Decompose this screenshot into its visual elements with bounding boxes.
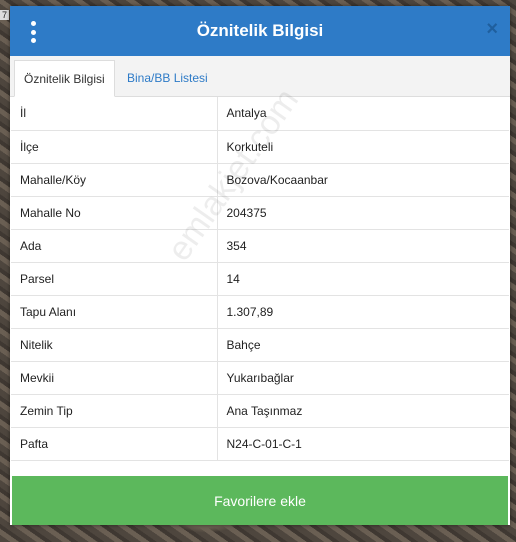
attribute-value: 354 xyxy=(217,229,509,263)
table-row: Mahalle No 204375 xyxy=(11,196,509,230)
attribute-label: İl xyxy=(11,97,218,131)
dialog-header: Öznitelik Bilgisi × xyxy=(10,6,510,56)
attribute-table: İl Antalya İlçe Korkuteli Mahalle/Köy Bozova/… xyxy=(11,97,509,461)
attribute-value: 1.307,89 xyxy=(217,295,509,329)
table-row: Ada 354 xyxy=(11,229,509,263)
dialog-title: Öznitelik Bilgisi xyxy=(196,21,324,40)
attribute-label: Mevkii xyxy=(11,361,218,395)
menu-dot xyxy=(30,38,36,43)
attribute-value: Bozova/Kocaanbar xyxy=(217,163,509,197)
table-row: Tapu Alanı 1.307,89 xyxy=(11,295,509,329)
tab-bar: Öznitelik Bilgisi Bina/BB Listesi xyxy=(10,56,510,97)
close-icon[interactable]: × xyxy=(486,19,498,39)
table-row: Mevkii Yukarıbağlar xyxy=(11,361,509,395)
tab-attribute-info[interactable]: Öznitelik Bilgisi xyxy=(14,60,115,97)
menu-dot xyxy=(30,21,36,26)
table-row: Pafta N24-C-01-C-1 xyxy=(11,427,509,461)
attribute-label: Pafta xyxy=(11,427,218,461)
table-row: Zemin Tip Ana Taşınmaz xyxy=(11,394,509,428)
tab-building-list[interactable]: Bina/BB Listesi xyxy=(118,60,217,96)
table-row: İlçe Korkuteli xyxy=(11,130,509,164)
attribute-dialog: Öznitelik Bilgisi × Öznitelik Bilgisi Bi… xyxy=(10,6,510,525)
attribute-value: 14 xyxy=(217,262,509,296)
attribute-value: 204375 xyxy=(217,196,509,230)
attribute-value: N24-C-01-C-1 xyxy=(217,427,509,461)
attribute-value: Yukarıbağlar xyxy=(217,361,509,395)
table-row: Mahalle/Köy Bozova/Kocaanbar xyxy=(11,163,509,197)
menu-icon[interactable] xyxy=(26,21,40,43)
attribute-value: Ana Taşınmaz xyxy=(217,394,509,428)
attribute-value: Antalya xyxy=(217,97,509,131)
attribute-label: Nitelik xyxy=(11,328,218,362)
attribute-label: Mahalle/Köy xyxy=(11,163,218,197)
add-favorites-button[interactable]: Favorilere ekle xyxy=(12,476,508,525)
attribute-label: İlçe xyxy=(11,130,218,164)
attribute-value: Korkuteli xyxy=(217,130,509,164)
attribute-label: Mahalle No xyxy=(11,196,218,230)
attribute-value: Bahçe xyxy=(217,328,509,362)
menu-dot xyxy=(30,29,36,35)
table-row: Parsel 14 xyxy=(11,262,509,296)
map-label: 7 xyxy=(0,10,10,20)
table-row: Nitelik Bahçe xyxy=(11,328,509,362)
attribute-label: Parsel xyxy=(11,262,218,296)
attribute-label: Tapu Alanı xyxy=(11,295,218,329)
attribute-label: Ada xyxy=(11,229,218,263)
table-row: İl Antalya xyxy=(11,97,509,131)
attribute-label: Zemin Tip xyxy=(11,394,218,428)
